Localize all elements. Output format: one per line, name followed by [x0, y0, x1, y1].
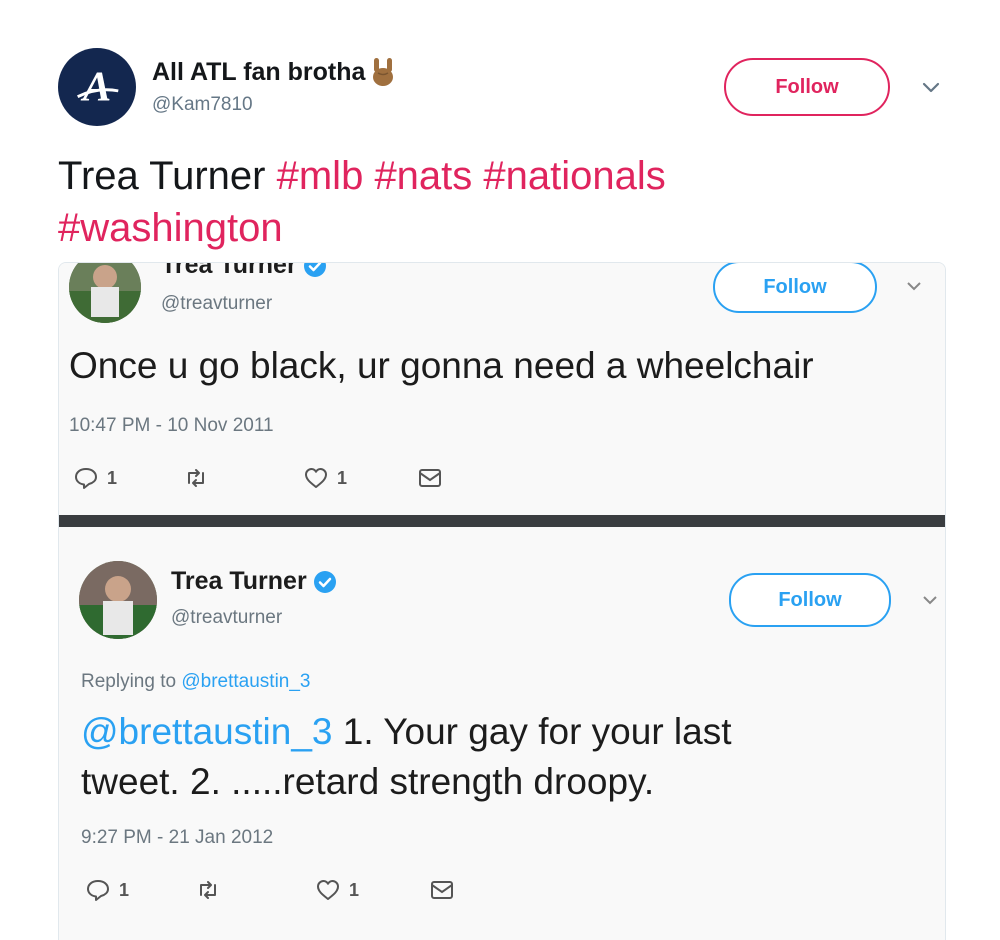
replying-to: Replying to @brettaustin_3 [81, 671, 310, 693]
replying-to-mention: @brettaustin_3 [181, 671, 311, 692]
handle: @treavturner [171, 607, 283, 628]
braves-logo-icon: A [77, 64, 119, 111]
display-name-text[interactable]: All ATL fan brotha [152, 58, 365, 87]
like-count: 1 [337, 467, 348, 488]
retweet-icon [188, 469, 205, 487]
chevron-down-icon [923, 596, 937, 605]
tweet-text: Trea Turner #mlb #nats #nationals #washi… [58, 150, 958, 254]
timestamp: 10:47 PM - 10 Nov 2011 [69, 415, 274, 436]
reply-action: 1 [85, 877, 129, 903]
tweet-text-plain: Trea Turner [58, 154, 266, 198]
replying-to-label: Replying to [81, 671, 177, 692]
retweet-icon [200, 881, 217, 899]
tweet-actions: 1 1 [85, 877, 503, 903]
tweet-header: A All ATL fan brotha @Kam7810 Follow [58, 48, 958, 128]
rock-hand-emoji-icon [369, 56, 397, 88]
reply-action: 1 [73, 465, 117, 491]
follow-button[interactable]: Follow [724, 58, 890, 116]
divider [59, 515, 945, 527]
chevron-down-icon [907, 282, 921, 291]
handle[interactable]: @Kam7810 [152, 94, 253, 116]
tweet-text: Once u go black, ur gonna need a wheelch… [69, 345, 814, 386]
timestamp: 9:27 PM - 21 Jan 2012 [81, 827, 274, 848]
reply-count: 1 [119, 879, 130, 900]
reply-icon [75, 468, 97, 489]
reply-icon [87, 880, 109, 901]
hashtag-nats[interactable]: #nats [374, 154, 472, 198]
avatar [69, 263, 141, 323]
display-name: Trea Turner [161, 262, 327, 280]
verified-badge-icon [303, 263, 326, 277]
dm-action [429, 877, 463, 903]
mention-link: @brettaustin_3 [81, 711, 333, 752]
tweet-actions: 1 1 [73, 465, 491, 491]
tweet-text: @brettaustin_3 1. Your gay for your last… [81, 707, 941, 807]
display-name[interactable]: All ATL fan brotha [152, 56, 397, 88]
tweet-text-line1: 1. Your gay for your last [332, 711, 732, 752]
screenshot-tweet-2: Trea Turner @treavturner Follow Replying… [59, 527, 945, 940]
display-name: Trea Turner [171, 567, 337, 596]
envelope-icon [419, 469, 442, 487]
retweet-action [195, 877, 229, 903]
like-action: 1 [303, 465, 347, 491]
follow-button: Follow [729, 573, 891, 627]
avatar[interactable]: A [58, 48, 136, 126]
heart-icon [317, 880, 340, 900]
hashtag-mlb[interactable]: #mlb [277, 154, 364, 198]
display-name-text: Trea Turner [171, 567, 307, 595]
hashtag-nationals[interactable]: #nationals [483, 154, 665, 198]
dm-action [417, 465, 451, 491]
display-name-text: Trea Turner [161, 262, 297, 279]
avatar [79, 561, 157, 639]
heart-icon [305, 468, 328, 488]
svg-text:A: A [80, 64, 111, 111]
verified-badge-icon [313, 570, 336, 593]
chevron-down-icon[interactable] [920, 76, 942, 98]
retweet-action [183, 465, 217, 491]
like-count: 1 [349, 879, 360, 900]
hashtag-washington[interactable]: #washington [58, 206, 283, 250]
handle: @treavturner [161, 293, 273, 314]
like-action: 1 [315, 877, 359, 903]
tweet-text-line2: tweet. 2. .....retard strength droopy. [81, 761, 655, 802]
attached-image[interactable]: Trea Turner @treavturner Follow Once u g… [58, 262, 946, 940]
reply-count: 1 [107, 467, 118, 488]
envelope-icon [431, 881, 454, 899]
follow-button: Follow [713, 263, 877, 313]
screenshot-tweet-1: Trea Turner @treavturner Follow Once u g… [59, 262, 945, 515]
